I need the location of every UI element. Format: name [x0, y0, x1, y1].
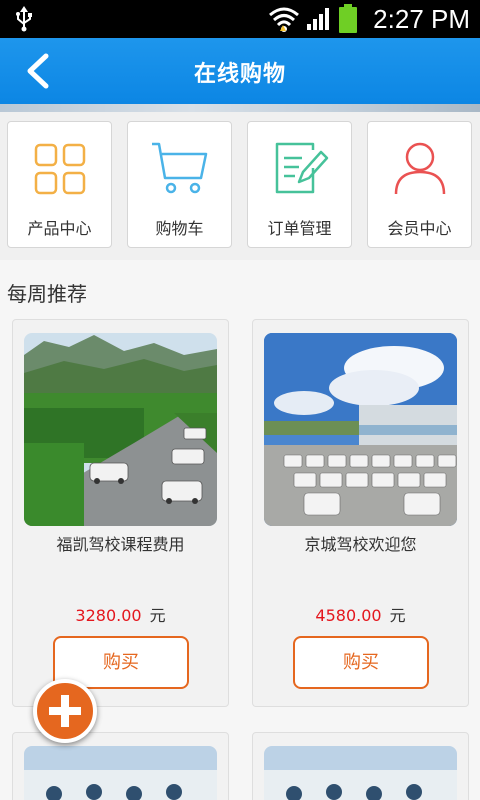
- header-banner-strip: [0, 104, 480, 112]
- buy-button[interactable]: 购买: [293, 636, 429, 689]
- nav-label: 订单管理: [267, 219, 332, 238]
- price-currency: 元: [389, 606, 406, 625]
- product-photo-group: [24, 746, 217, 800]
- section-title: 每周推荐: [7, 282, 87, 306]
- screen: 2:27 PM 在线购物 产品中心 购物车 订单管理 会员中心 每周推荐 福凯驾…: [0, 0, 480, 800]
- nav-label: 购物车: [155, 219, 204, 238]
- wifi-icon: [269, 7, 299, 32]
- battery-icon: [339, 4, 357, 33]
- product-price: 4580.00 元: [253, 602, 468, 626]
- signal-icon: [307, 8, 329, 30]
- product-name: 京城驾校欢迎您: [304, 535, 417, 554]
- nav-label: 产品中心: [27, 219, 92, 238]
- clock: 2:27 PM: [373, 4, 470, 34]
- product-name: 福凯驾校课程费用: [56, 535, 185, 554]
- nav-cart[interactable]: 购物车: [127, 121, 232, 248]
- price-amount: 4580.00: [315, 606, 382, 625]
- product-image[interactable]: [264, 333, 457, 526]
- nav-label: 会员中心: [387, 219, 452, 238]
- quick-nav: 产品中心 购物车 订单管理 会员中心: [0, 112, 480, 260]
- product-card[interactable]: [252, 732, 469, 800]
- page-title: 在线购物: [193, 62, 286, 87]
- app-header: 在线购物: [0, 38, 480, 104]
- nav-member-center[interactable]: 会员中心: [367, 121, 472, 248]
- nav-product-center[interactable]: 产品中心: [7, 121, 112, 248]
- price-amount: 3280.00: [75, 606, 142, 625]
- product-image[interactable]: [264, 746, 457, 800]
- product-photo-driving-school: [264, 333, 457, 526]
- product-card[interactable]: 福凯驾校课程费用 3280.00 元 购买: [12, 319, 229, 707]
- status-bar: 2:27 PM: [0, 0, 480, 38]
- cart-icon: [151, 142, 207, 194]
- product-photo-landscape: [24, 333, 217, 526]
- plus-icon: [49, 695, 81, 727]
- grid-icon: [34, 143, 85, 195]
- price-currency: 元: [149, 606, 166, 625]
- nav-order-management[interactable]: 订单管理: [247, 121, 352, 248]
- usb-icon: [16, 6, 32, 32]
- product-card[interactable]: 京城驾校欢迎您 4580.00 元 购买: [252, 319, 469, 707]
- edit-document-icon: [275, 142, 328, 194]
- floating-add-button[interactable]: [33, 679, 97, 743]
- product-price: 3280.00 元: [13, 602, 228, 626]
- product-image[interactable]: [24, 746, 217, 800]
- product-photo-group: [264, 746, 457, 800]
- product-card[interactable]: [12, 732, 229, 800]
- user-icon: [394, 142, 445, 195]
- product-image[interactable]: [24, 333, 217, 526]
